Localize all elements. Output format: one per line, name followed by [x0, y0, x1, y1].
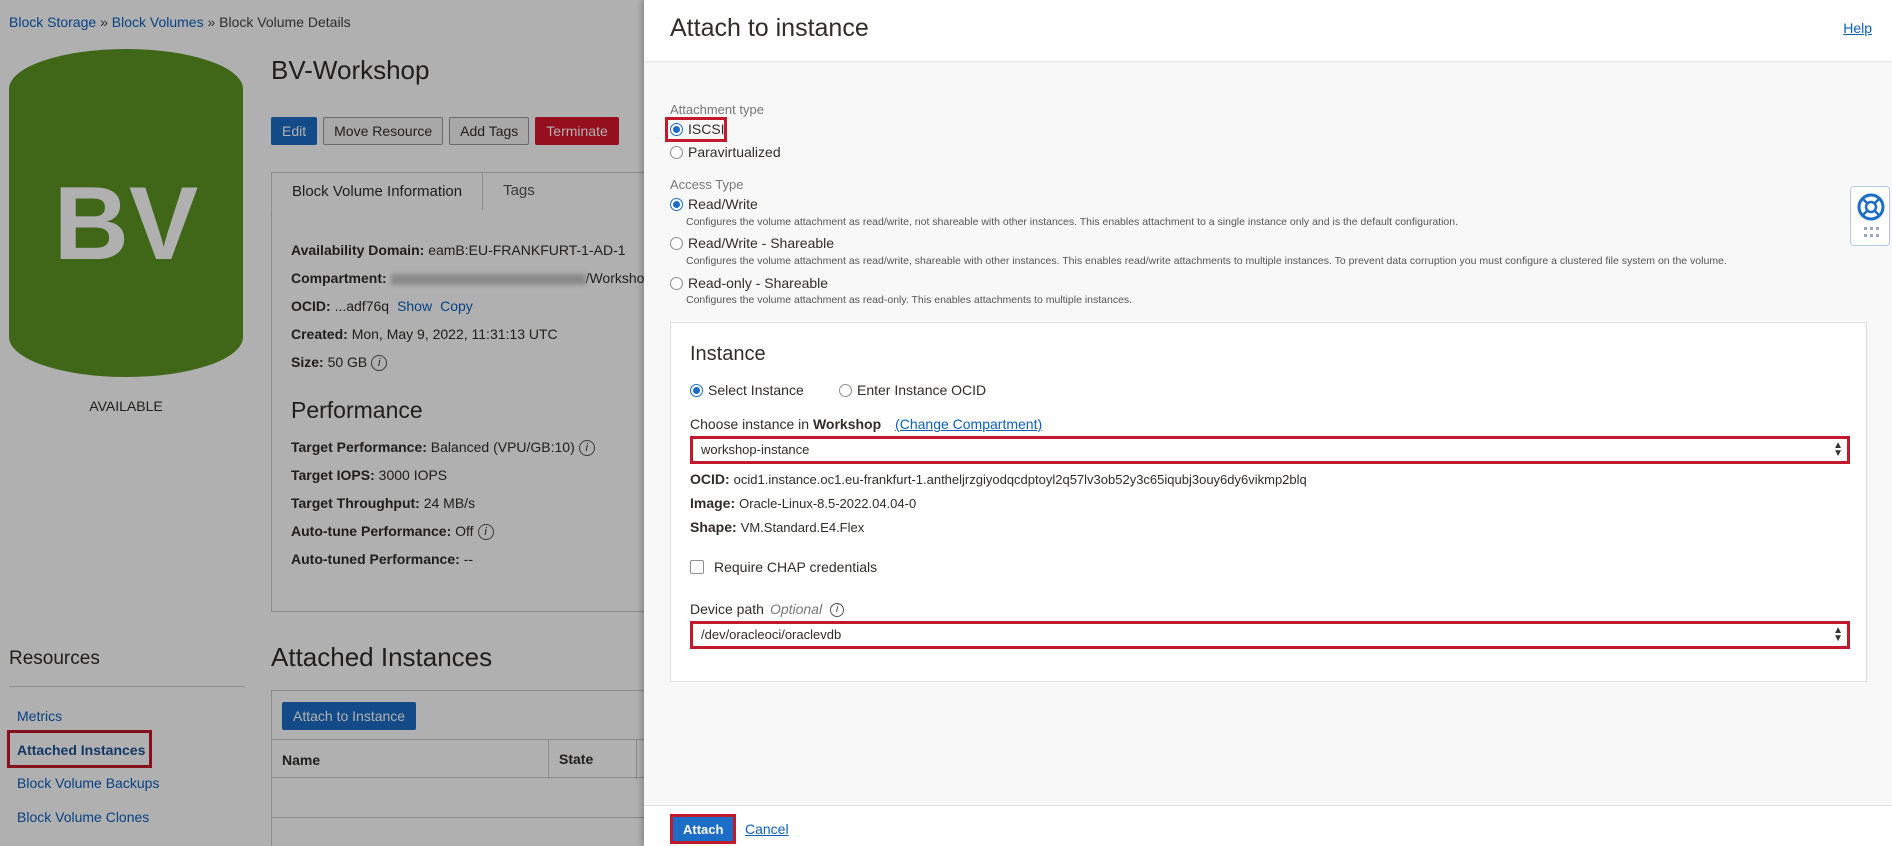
instance-ocid-label: OCID: — [690, 471, 730, 487]
instance-shape-row: Shape: VM.Standard.E4.Flex — [690, 519, 864, 535]
panel-title: Attach to instance — [670, 14, 869, 42]
access-type-read-write[interactable]: Read/Write — [670, 196, 758, 212]
access-type-read-only-shareable-label: Read-only - Shareable — [688, 275, 829, 291]
select-instance-label: Select Instance — [708, 382, 804, 398]
device-path-label: Device path Optional i — [690, 601, 845, 618]
instance-image-label: Image: — [690, 495, 736, 511]
instance-select-value: workshop-instance — [701, 442, 810, 457]
instance-ocid-row: OCID: ocid1.instance.oc1.eu-frankfurt-1.a… — [690, 471, 1307, 487]
cancel-link[interactable]: Cancel — [745, 821, 789, 837]
instance-ocid-value: ocid1.instance.oc1.eu-frankfurt-1.anthel… — [733, 472, 1307, 487]
attach-button[interactable]: Attach — [673, 817, 734, 841]
modal-backdrop[interactable] — [0, 0, 644, 846]
radio-selected-icon — [670, 122, 683, 136]
enter-instance-ocid-label: Enter Instance OCID — [857, 382, 987, 398]
instance-select[interactable]: workshop-instance ▲ ▼ — [690, 436, 1850, 464]
radio-unselected-icon — [670, 145, 683, 159]
lifebuoy-icon — [1857, 193, 1885, 237]
panel-footer: Attach Cancel — [644, 805, 1892, 846]
choose-instance-label: Choose instance in Workshop (Change Comp… — [690, 416, 1042, 432]
panel-header: Attach to instance Help — [644, 0, 1892, 62]
radio-selected-icon — [670, 197, 683, 211]
instance-heading: Instance — [690, 343, 766, 365]
radio-unselected-icon — [670, 236, 683, 250]
instance-shape-value: VM.Standard.E4.Flex — [740, 520, 865, 535]
help-link[interactable]: Help — [1843, 20, 1872, 36]
checkbox-icon[interactable] — [690, 560, 704, 574]
attachment-type-paravirtualized[interactable]: Paravirtualized — [670, 144, 781, 160]
optional-hint: Optional — [769, 601, 823, 617]
help-widget[interactable] — [1850, 186, 1890, 246]
compartment-name: Workshop — [812, 416, 882, 432]
info-icon[interactable]: i — [830, 603, 845, 618]
access-type-label: Access Type — [670, 177, 744, 192]
device-path-value: /dev/oracleoci/oraclevdb — [701, 627, 842, 642]
device-path-select[interactable]: /dev/oracleoci/oraclevdb ▲ ▼ — [690, 621, 1850, 649]
enter-instance-ocid-radio[interactable]: Enter Instance OCID — [839, 382, 986, 398]
select-instance-radio[interactable]: Select Instance — [690, 382, 804, 398]
access-type-read-write-shareable-desc: Configures the volume attachment as read… — [686, 255, 1727, 267]
chevron-up-down-icon: ▲ ▼ — [1833, 440, 1843, 459]
access-type-read-write-desc: Configures the volume attachment as read… — [686, 216, 1459, 228]
instance-image-row: Image: Oracle-Linux-8.5-2022.04.04-0 — [690, 495, 916, 511]
instance-section: Instance Select Instance Enter Instance … — [670, 322, 1867, 682]
attachment-type-label: Attachment type — [670, 102, 764, 117]
require-chap-checkbox[interactable]: Require CHAP credentials — [690, 559, 877, 575]
access-type-read-only-shareable[interactable]: Read-only - Shareable — [670, 275, 828, 291]
attachment-type-iscsi-label: ISCSI — [688, 121, 725, 137]
instance-image-value: Oracle-Linux-8.5-2022.04.04-0 — [739, 496, 917, 511]
require-chap-label: Require CHAP credentials — [714, 559, 878, 575]
attachment-type-iscsi[interactable]: ISCSI — [670, 121, 725, 137]
access-type-read-write-shareable-label: Read/Write - Shareable — [688, 235, 835, 251]
radio-unselected-icon — [839, 383, 852, 397]
access-type-read-write-label: Read/Write — [688, 196, 758, 212]
change-compartment-link[interactable]: (Change Compartment) — [895, 416, 1042, 432]
access-type-read-write-shareable[interactable]: Read/Write - Shareable — [670, 235, 834, 251]
attach-to-instance-panel: Attach to instance Help Attachment type … — [644, 0, 1892, 846]
access-type-read-only-shareable-desc: Configures the volume attachment as read… — [686, 294, 1133, 306]
device-path-label-text: Device path — [690, 601, 764, 617]
chevron-up-down-icon: ▲ ▼ — [1833, 625, 1843, 644]
radio-selected-icon — [690, 383, 703, 397]
choose-instance-prefix: Choose instance in — [690, 416, 810, 432]
radio-unselected-icon — [670, 276, 683, 290]
attach-button-highlight: Attach — [670, 814, 737, 844]
attachment-type-paravirtualized-label: Paravirtualized — [688, 144, 781, 160]
instance-shape-label: Shape: — [690, 519, 737, 535]
